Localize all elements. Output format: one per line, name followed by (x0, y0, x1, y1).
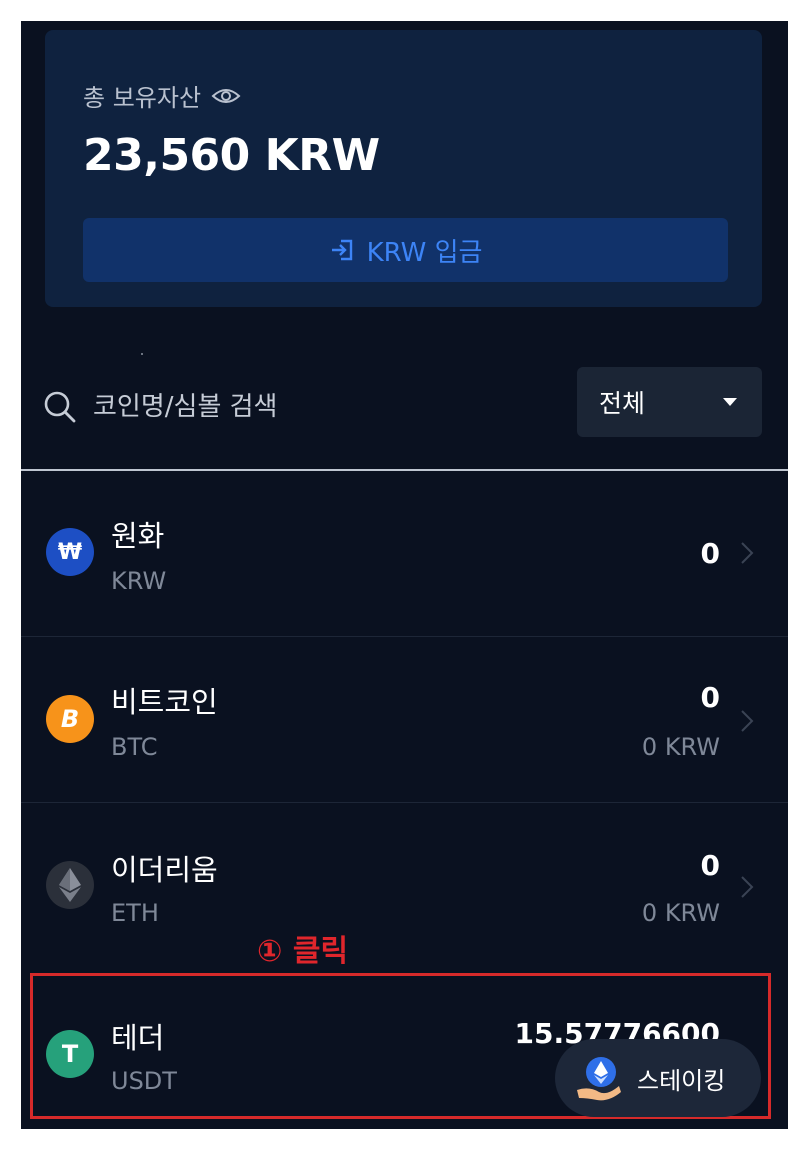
coin-name: 원화 (111, 519, 165, 553)
coin-symbol: ETH (111, 899, 159, 927)
chevron-right-icon (741, 876, 754, 898)
won-icon: ₩ (46, 528, 94, 576)
chevron-right-icon (741, 542, 754, 564)
filter-dropdown[interactable]: 전체 (577, 367, 762, 437)
coin-krw-value: 0 KRW (641, 899, 720, 927)
total-assets-value: 23,560 KRW (83, 130, 380, 181)
search-icon (44, 391, 76, 423)
decorative-dot (141, 353, 143, 355)
staking-hand-icon (577, 1057, 621, 1101)
wallet-screen: 총 보유자산 23,560 KRW KRW 입금 전체 ₩ 원화 (21, 21, 788, 1129)
deposit-icon (331, 239, 352, 261)
coin-symbol: BTC (111, 733, 158, 761)
coin-name: 이더리움 (111, 853, 218, 887)
coin-name: 비트코인 (111, 685, 218, 719)
coin-row-krw[interactable]: ₩ 원화 KRW 0 (21, 471, 788, 637)
coin-symbol: KRW (111, 567, 167, 595)
coin-quantity: 0 (700, 537, 720, 570)
asset-label: 총 보유자산 (83, 84, 202, 112)
coin-quantity: 0 (700, 849, 720, 882)
chevron-right-icon (741, 710, 754, 732)
caret-down-icon (723, 398, 737, 406)
filter-selected-label: 전체 (599, 389, 646, 418)
coin-krw-value: 0 KRW (641, 733, 720, 761)
asset-summary-card: 총 보유자산 23,560 KRW KRW 입금 (45, 30, 762, 307)
staking-button[interactable]: 스테이킹 (555, 1039, 761, 1117)
ethereum-icon (46, 861, 94, 909)
coin-row-eth[interactable]: 이더리움 ETH 0 0 KRW (21, 803, 788, 969)
coin-search-input[interactable] (93, 387, 533, 427)
coin-row-btc[interactable]: B 비트코인 BTC 0 0 KRW (21, 637, 788, 803)
deposit-button-label: KRW 입금 (366, 237, 483, 268)
coin-quantity: 0 (700, 681, 720, 714)
click-annotation: ① 클릭 (257, 934, 349, 969)
bitcoin-icon: B (46, 695, 94, 743)
eye-icon[interactable] (211, 86, 241, 106)
krw-deposit-button[interactable]: KRW 입금 (83, 218, 728, 282)
staking-button-label: 스테이킹 (637, 1066, 726, 1095)
